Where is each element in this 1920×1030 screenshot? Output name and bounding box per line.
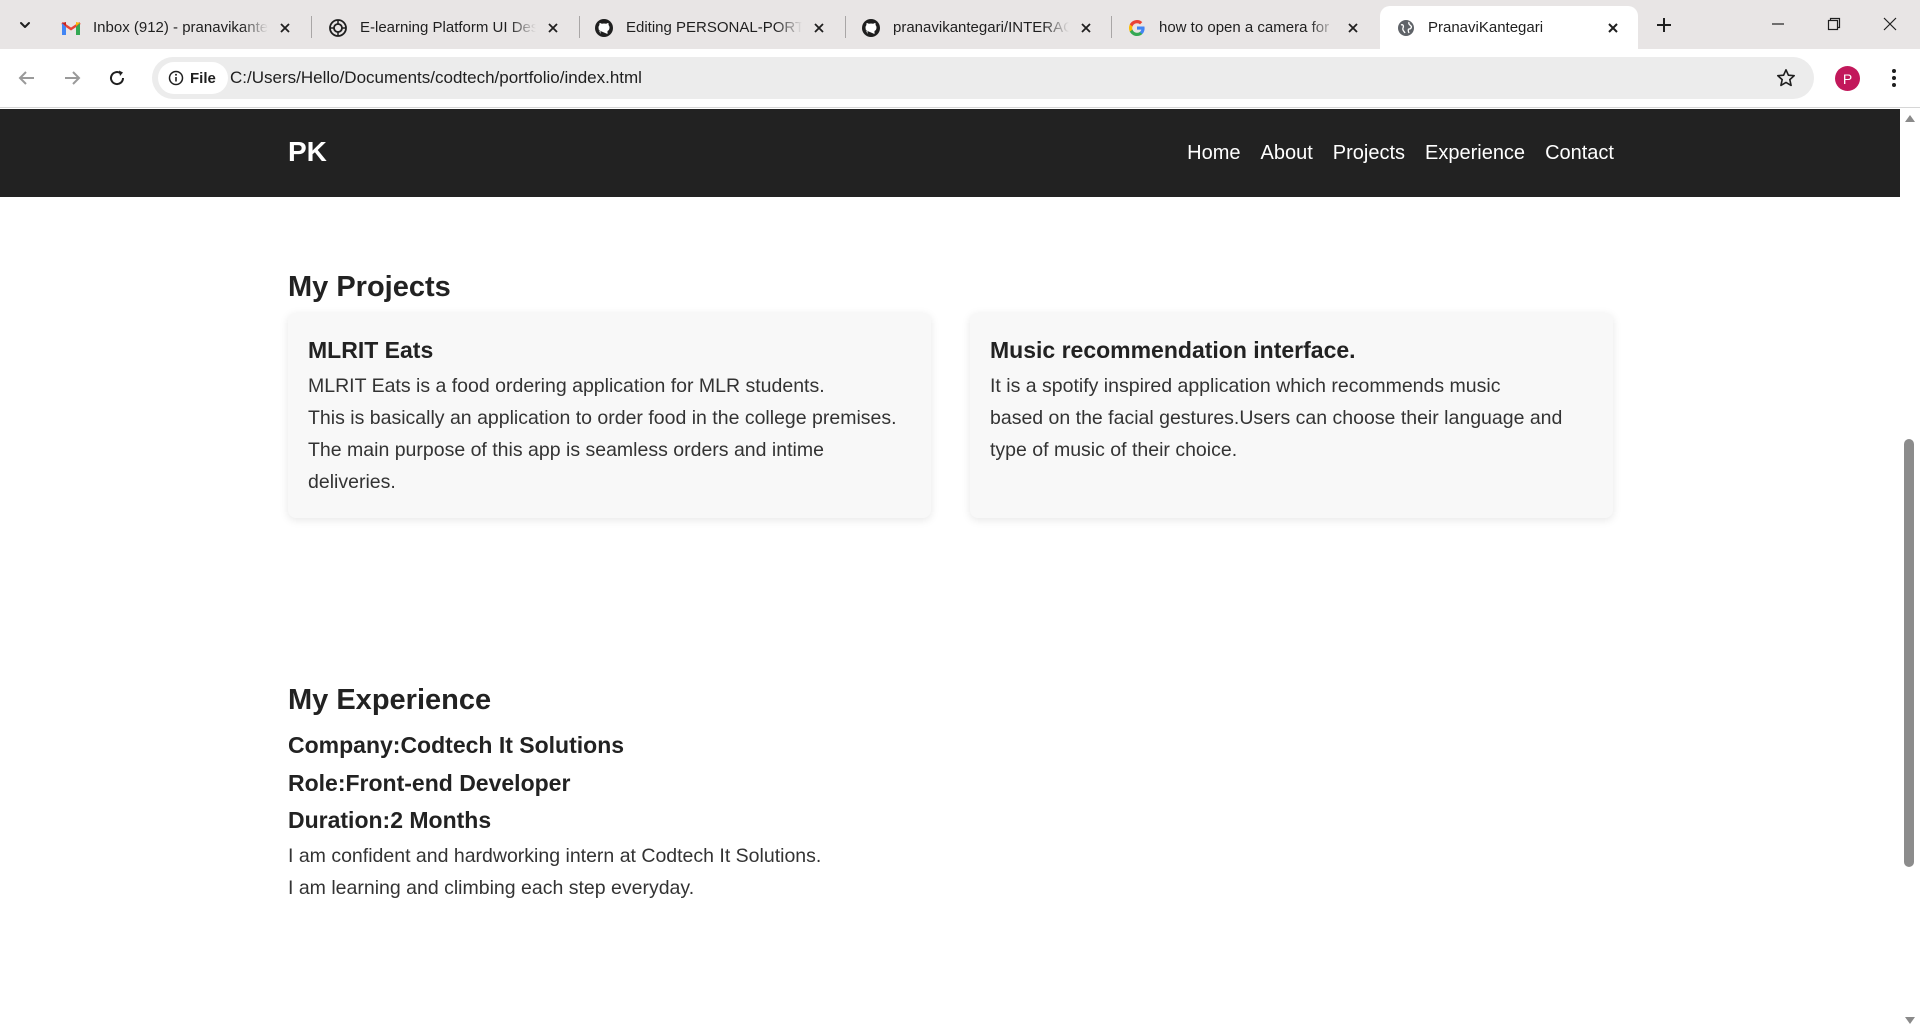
description-line: MLRIT Eats is a food ordering applicatio…	[308, 375, 825, 397]
project-card: Music recommendation interface. It is a …	[970, 313, 1613, 518]
nav-link-experience[interactable]: Experience	[1425, 142, 1525, 165]
scroll-up-arrow-icon[interactable]	[1905, 115, 1915, 122]
reload-button[interactable]	[100, 61, 134, 95]
reload-icon	[110, 70, 125, 86]
info-icon	[168, 70, 184, 86]
project-description: It is a spotify inspired application whi…	[990, 370, 1593, 466]
openai-icon	[328, 18, 348, 38]
experience-role: Role:Front-end Developer	[288, 770, 571, 796]
nav-link-contact[interactable]: Contact	[1545, 142, 1614, 165]
more-vertical-icon	[1892, 69, 1896, 87]
tab-portfolio[interactable]: PranaviKantegari	[1380, 6, 1638, 49]
description-line: based on the facial gestures.Users can c…	[990, 407, 1563, 429]
restore-button[interactable]	[1806, 0, 1862, 48]
tab-elearning[interactable]: E-learning Platform UI Design	[312, 6, 578, 49]
description-line: deliveries.	[308, 471, 396, 493]
nav-link-about[interactable]: About	[1260, 142, 1312, 165]
tab-title: pranavikantegari/INTERACTIVE	[893, 19, 1069, 36]
bookmark-button[interactable]	[1774, 66, 1798, 90]
close-icon[interactable]	[274, 17, 296, 39]
star-icon	[1777, 69, 1795, 87]
github-icon	[594, 18, 614, 38]
arrow-left-icon	[18, 71, 34, 85]
tab-title: E-learning Platform UI Design	[360, 19, 536, 36]
project-title: Music recommendation interface.	[990, 337, 1356, 363]
site-logo[interactable]: PK	[288, 136, 327, 168]
site-nav-links: Home About Projects Experience Contact	[1187, 109, 1614, 197]
google-icon	[1127, 18, 1147, 38]
tab-github-editing[interactable]: Editing PERSONAL-PORTFOLIO	[578, 6, 844, 49]
minimize-icon	[1772, 23, 1784, 25]
plus-icon	[1657, 18, 1671, 32]
tab-title: Editing PERSONAL-PORTFOLIO	[626, 19, 802, 36]
page-viewport: PK Home About Projects Experience Contac…	[0, 109, 1900, 1030]
description-line: I am learning and climbing each step eve…	[288, 877, 695, 899]
scrollbar-thumb[interactable]	[1904, 439, 1914, 867]
project-title: MLRIT Eats	[308, 337, 434, 363]
url-text[interactable]: C:/Users/Hello/Documents/codtech/portfol…	[230, 57, 642, 99]
projects-heading: My Projects	[288, 271, 451, 303]
new-tab-button[interactable]	[1650, 11, 1678, 39]
arrow-right-icon	[65, 71, 81, 85]
site-navbar: PK Home About Projects Experience Contac…	[0, 109, 1900, 197]
chip-label: File	[190, 69, 216, 87]
project-card: MLRIT Eats MLRIT Eats is a food ordering…	[288, 313, 931, 518]
profile-avatar[interactable]: P	[1835, 66, 1860, 91]
tab-title: PranaviKantegari	[1428, 19, 1544, 36]
gmail-icon	[61, 18, 81, 38]
description-line: It is a spotify inspired application whi…	[990, 375, 1501, 397]
close-icon[interactable]	[1342, 17, 1364, 39]
nav-link-projects[interactable]: Projects	[1333, 142, 1405, 165]
tab-gmail[interactable]: Inbox (912) - pranavikantegari	[45, 6, 310, 49]
browser-toolbar: File C:/Users/Hello/Documents/codtech/po…	[0, 49, 1920, 108]
description-line: The main purpose of this app is seamless…	[308, 439, 824, 461]
tab-strip: Inbox (912) - pranavikantegari E-learnin…	[0, 0, 1920, 49]
back-button[interactable]	[10, 61, 44, 95]
experience-description: I am confident and hardworking intern at…	[288, 840, 821, 904]
close-icon[interactable]	[1602, 17, 1624, 39]
experience-company: Company:Codtech It Solutions	[288, 732, 625, 758]
tab-github-interactive[interactable]: pranavikantegari/INTERACTIVE	[845, 6, 1111, 49]
globe-icon	[1396, 18, 1416, 38]
experience-duration: Duration:2 Months	[288, 807, 492, 833]
site-info-chip[interactable]: File	[158, 62, 228, 94]
description-line: type of music of their choice.	[990, 439, 1238, 461]
description-line: This is basically an application to orde…	[308, 407, 897, 429]
github-icon	[861, 18, 881, 38]
experience-heading: My Experience	[288, 684, 492, 716]
tab-title: how to open a camera for	[1159, 19, 1330, 36]
close-icon[interactable]	[1075, 17, 1097, 39]
tab-google-search[interactable]: how to open a camera for	[1111, 6, 1378, 49]
chevron-down-icon	[20, 22, 30, 28]
tab-title: Inbox (912) - pranavikantegari	[93, 19, 268, 36]
address-bar[interactable]: File C:/Users/Hello/Documents/codtech/po…	[152, 57, 1814, 99]
minimize-button[interactable]	[1750, 0, 1806, 48]
tab-search-button[interactable]	[8, 9, 42, 41]
close-icon[interactable]	[542, 17, 564, 39]
restore-icon	[1827, 17, 1841, 31]
close-icon[interactable]	[808, 17, 830, 39]
nav-link-home[interactable]: Home	[1187, 142, 1240, 165]
browser-menu-button[interactable]	[1880, 62, 1908, 94]
scroll-down-arrow-icon[interactable]	[1905, 1017, 1915, 1024]
project-description: MLRIT Eats is a food ordering applicatio…	[308, 370, 911, 498]
forward-button[interactable]	[55, 61, 89, 95]
page-scrollbar[interactable]	[1900, 109, 1920, 1030]
description-line: I am confident and hardworking intern at…	[288, 845, 822, 867]
close-window-button[interactable]	[1862, 0, 1918, 48]
close-icon	[1883, 17, 1897, 31]
